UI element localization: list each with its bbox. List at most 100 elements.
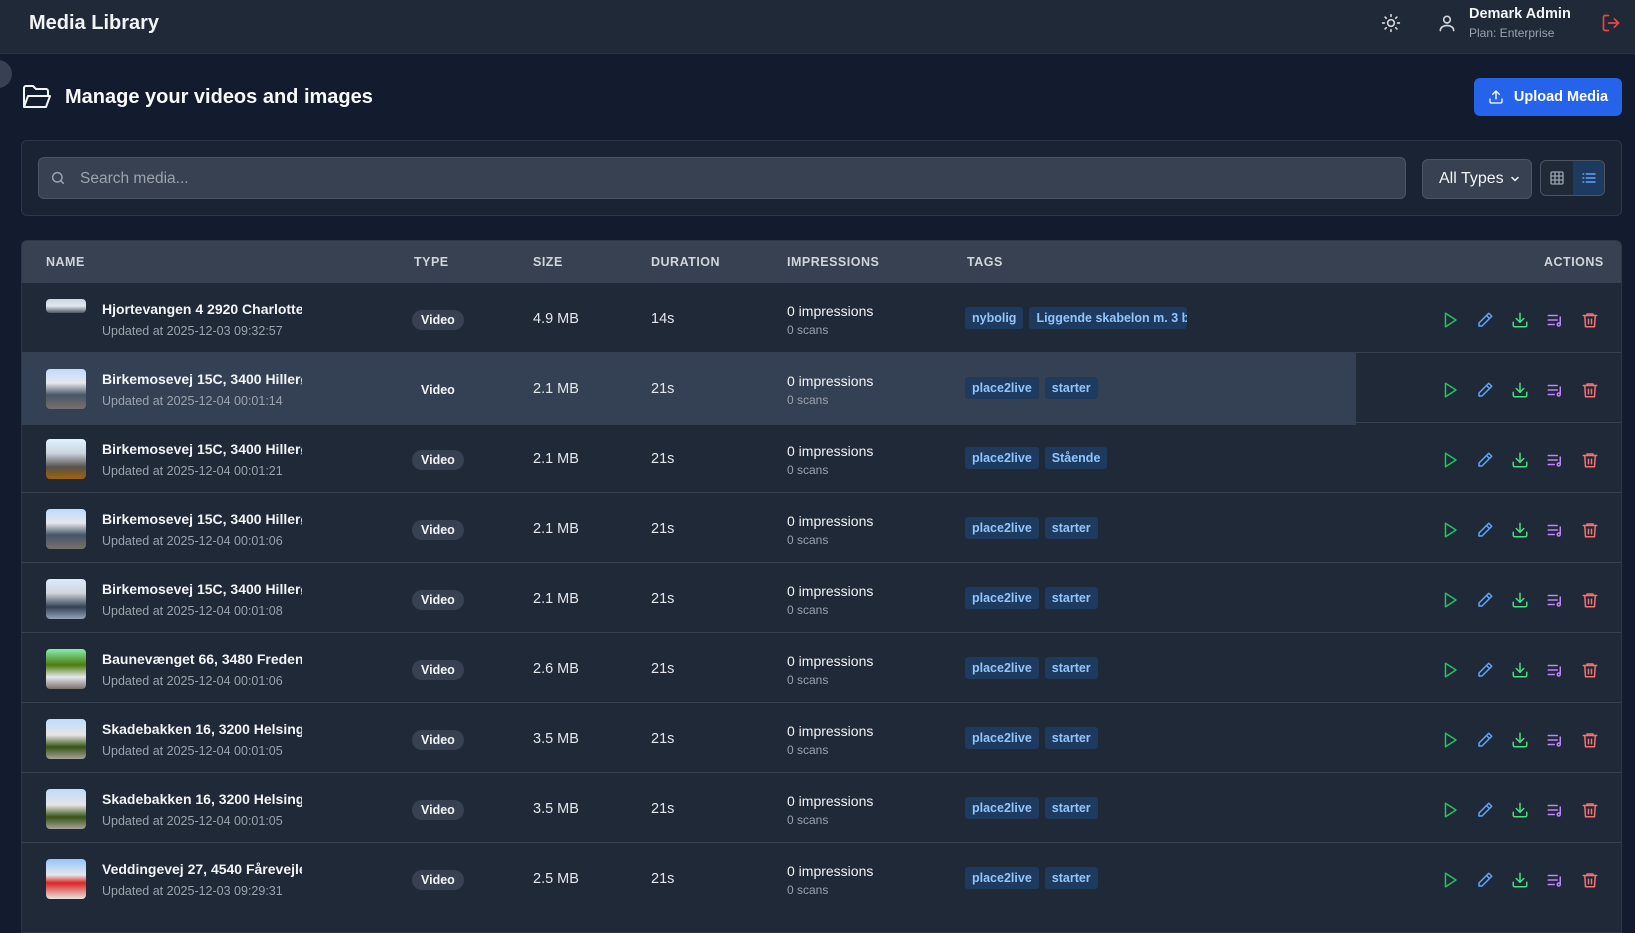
tag-badge[interactable]: place2live	[965, 797, 1039, 819]
add-to-playlist-button[interactable]	[1545, 730, 1565, 750]
sidebar-toggle-button[interactable]	[0, 60, 12, 88]
download-button[interactable]	[1510, 520, 1530, 540]
play-button[interactable]	[1440, 590, 1460, 610]
media-name[interactable]: Veddingevej 27, 4540 Fårevejle	[102, 861, 302, 877]
edit-button[interactable]	[1475, 520, 1495, 540]
tag-badge[interactable]: starter	[1044, 587, 1098, 609]
media-thumbnail[interactable]	[46, 369, 86, 409]
edit-button[interactable]	[1475, 730, 1495, 750]
table-row[interactable]: Birkemosevej 15C, 3400 Hillerød Updated …	[22, 562, 1621, 635]
media-thumbnail[interactable]	[46, 649, 86, 689]
list-view-button[interactable]	[1573, 161, 1604, 195]
delete-button[interactable]	[1580, 450, 1600, 470]
add-to-playlist-button[interactable]	[1545, 590, 1565, 610]
table-row[interactable]: Veddingevej 27, 4540 Fårevejle Updated a…	[22, 842, 1621, 915]
table-row[interactable]: Birkemosevej 15C, 3400 Hillerød Updated …	[22, 422, 1621, 495]
column-header-name[interactable]: NAME	[46, 255, 85, 269]
media-name[interactable]: Birkemosevej 15C, 3400 Hillerød	[102, 371, 302, 387]
add-to-playlist-button[interactable]	[1545, 660, 1565, 680]
tag-badge[interactable]: Stående	[1044, 447, 1108, 469]
edit-button[interactable]	[1475, 800, 1495, 820]
delete-button[interactable]	[1580, 590, 1600, 610]
delete-button[interactable]	[1580, 730, 1600, 750]
media-thumbnail[interactable]	[46, 719, 86, 759]
media-name[interactable]: Skadebakken 16, 3200 Helsinge	[102, 791, 302, 807]
tag-badge[interactable]: starter	[1044, 727, 1098, 749]
add-to-playlist-button[interactable]	[1545, 800, 1565, 820]
tag-badge[interactable]: nybolig	[965, 307, 1024, 329]
play-button[interactable]	[1440, 520, 1460, 540]
tag-badge[interactable]: place2live	[965, 447, 1039, 469]
add-to-playlist-button[interactable]	[1545, 870, 1565, 890]
delete-button[interactable]	[1580, 660, 1600, 680]
table-row[interactable]: Hjortevangen 4 2920 Charlottenlund Updat…	[22, 282, 1621, 355]
tag-badge[interactable]: place2live	[965, 517, 1039, 539]
download-button[interactable]	[1510, 800, 1530, 820]
column-header-size[interactable]: SIZE	[533, 255, 563, 269]
media-thumbnail[interactable]	[46, 579, 86, 619]
delete-button[interactable]	[1580, 520, 1600, 540]
download-button[interactable]	[1510, 380, 1530, 400]
media-thumbnail[interactable]	[46, 859, 86, 899]
download-button[interactable]	[1510, 660, 1530, 680]
edit-button[interactable]	[1475, 310, 1495, 330]
media-name[interactable]: Skadebakken 16, 3200 Helsinge	[102, 721, 302, 737]
edit-button[interactable]	[1475, 450, 1495, 470]
tag-badge[interactable]: starter	[1044, 797, 1098, 819]
play-button[interactable]	[1440, 310, 1460, 330]
play-button[interactable]	[1440, 870, 1460, 890]
tag-badge[interactable]: starter	[1044, 517, 1098, 539]
media-name[interactable]: Hjortevangen 4 2920 Charlottenlund	[102, 301, 302, 317]
play-button[interactable]	[1440, 730, 1460, 750]
media-name[interactable]: Birkemosevej 15C, 3400 Hillerød	[102, 511, 302, 527]
grid-view-button[interactable]	[1541, 161, 1573, 195]
media-name[interactable]: Birkemosevej 15C, 3400 Hillerød	[102, 441, 302, 457]
download-button[interactable]	[1510, 450, 1530, 470]
media-thumbnail[interactable]	[46, 439, 86, 479]
tag-badge[interactable]: place2live	[965, 587, 1039, 609]
delete-button[interactable]	[1580, 800, 1600, 820]
edit-button[interactable]	[1475, 590, 1495, 610]
table-row[interactable]: Skadebakken 16, 3200 Helsinge Updated at…	[22, 772, 1621, 845]
media-thumbnail[interactable]	[46, 509, 86, 549]
table-row[interactable]: Skadebakken 16, 3200 Helsinge Updated at…	[22, 702, 1621, 775]
tag-badge[interactable]: Liggende skabelon m. 3 billeder	[1029, 307, 1188, 329]
download-button[interactable]	[1510, 870, 1530, 890]
play-button[interactable]	[1440, 380, 1460, 400]
column-header-duration[interactable]: DURATION	[651, 255, 720, 269]
download-button[interactable]	[1510, 310, 1530, 330]
tag-badge[interactable]: starter	[1044, 867, 1098, 889]
theme-toggle-button[interactable]	[1378, 10, 1404, 36]
delete-button[interactable]	[1580, 380, 1600, 400]
media-name[interactable]: Birkemosevej 15C, 3400 Hillerød	[102, 581, 302, 597]
add-to-playlist-button[interactable]	[1545, 450, 1565, 470]
delete-button[interactable]	[1580, 870, 1600, 890]
download-button[interactable]	[1510, 590, 1530, 610]
play-button[interactable]	[1440, 450, 1460, 470]
logout-button[interactable]	[1598, 10, 1624, 36]
table-row[interactable]: Birkemosevej 15C, 3400 Hillerød Updated …	[22, 352, 1621, 425]
tag-badge[interactable]: place2live	[965, 377, 1039, 399]
table-row[interactable]: Baunevænget 66, 3480 Fredensborg Updated…	[22, 632, 1621, 705]
play-button[interactable]	[1440, 800, 1460, 820]
add-to-playlist-button[interactable]	[1545, 380, 1565, 400]
media-name[interactable]: Baunevænget 66, 3480 Fredensborg	[102, 651, 302, 667]
edit-button[interactable]	[1475, 660, 1495, 680]
tag-badge[interactable]: place2live	[965, 657, 1039, 679]
add-to-playlist-button[interactable]	[1545, 520, 1565, 540]
media-thumbnail[interactable]	[46, 789, 86, 829]
tag-badge[interactable]: place2live	[965, 867, 1039, 889]
edit-button[interactable]	[1475, 380, 1495, 400]
play-button[interactable]	[1440, 660, 1460, 680]
add-to-playlist-button[interactable]	[1545, 310, 1565, 330]
column-header-type[interactable]: TYPE	[414, 255, 449, 269]
tag-badge[interactable]: place2live	[965, 727, 1039, 749]
column-header-impressions[interactable]: IMPRESSIONS	[787, 255, 879, 269]
media-thumbnail[interactable]	[46, 299, 86, 313]
upload-media-button[interactable]: Upload Media	[1474, 78, 1622, 116]
table-row[interactable]: Birkemosevej 15C, 3400 Hillerød Updated …	[22, 492, 1621, 565]
download-button[interactable]	[1510, 730, 1530, 750]
type-filter-select[interactable]: All Types	[1422, 159, 1532, 199]
tag-badge[interactable]: starter	[1044, 377, 1098, 399]
delete-button[interactable]	[1580, 310, 1600, 330]
